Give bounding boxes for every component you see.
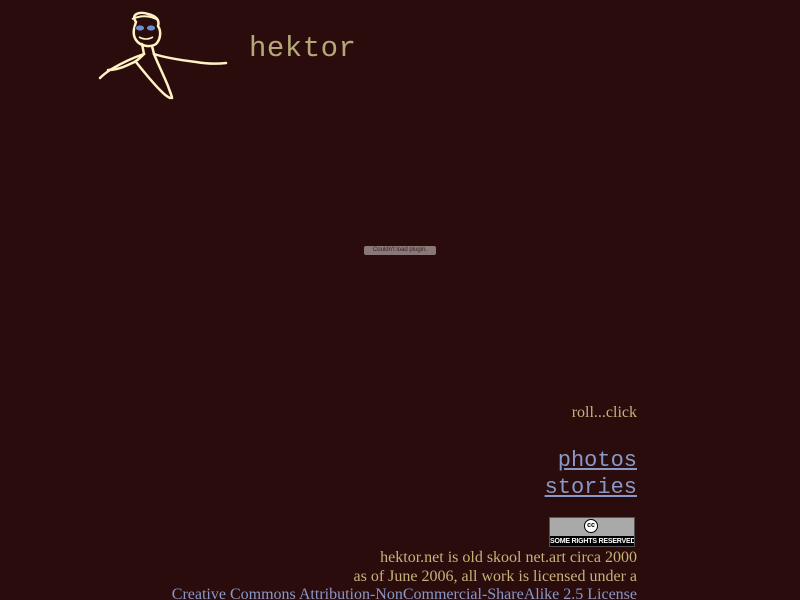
photos-link[interactable]: photos <box>558 450 637 472</box>
license-link[interactable]: Creative Commons Attribution-NonCommerci… <box>172 587 637 600</box>
cc-badge-top: cc <box>550 518 634 536</box>
cc-logo-icon: cc <box>584 519 598 533</box>
stick-figure-logo-icon[interactable] <box>96 8 230 102</box>
cc-badge-text: SOME RIGHTS RESERVED <box>550 536 635 546</box>
footer-line-1: hektor.net is old skool net.art circa 20… <box>380 549 637 566</box>
roll-click-hint: roll...click <box>571 404 637 421</box>
site-title: hektor <box>249 32 357 65</box>
stories-link[interactable]: stories <box>545 477 637 499</box>
plugin-placeholder[interactable]: Couldn't load plugin. <box>364 246 436 255</box>
creative-commons-badge[interactable]: cc SOME RIGHTS RESERVED <box>549 517 635 547</box>
footer-line-2: as of June 2006, all work is licensed un… <box>353 568 637 585</box>
